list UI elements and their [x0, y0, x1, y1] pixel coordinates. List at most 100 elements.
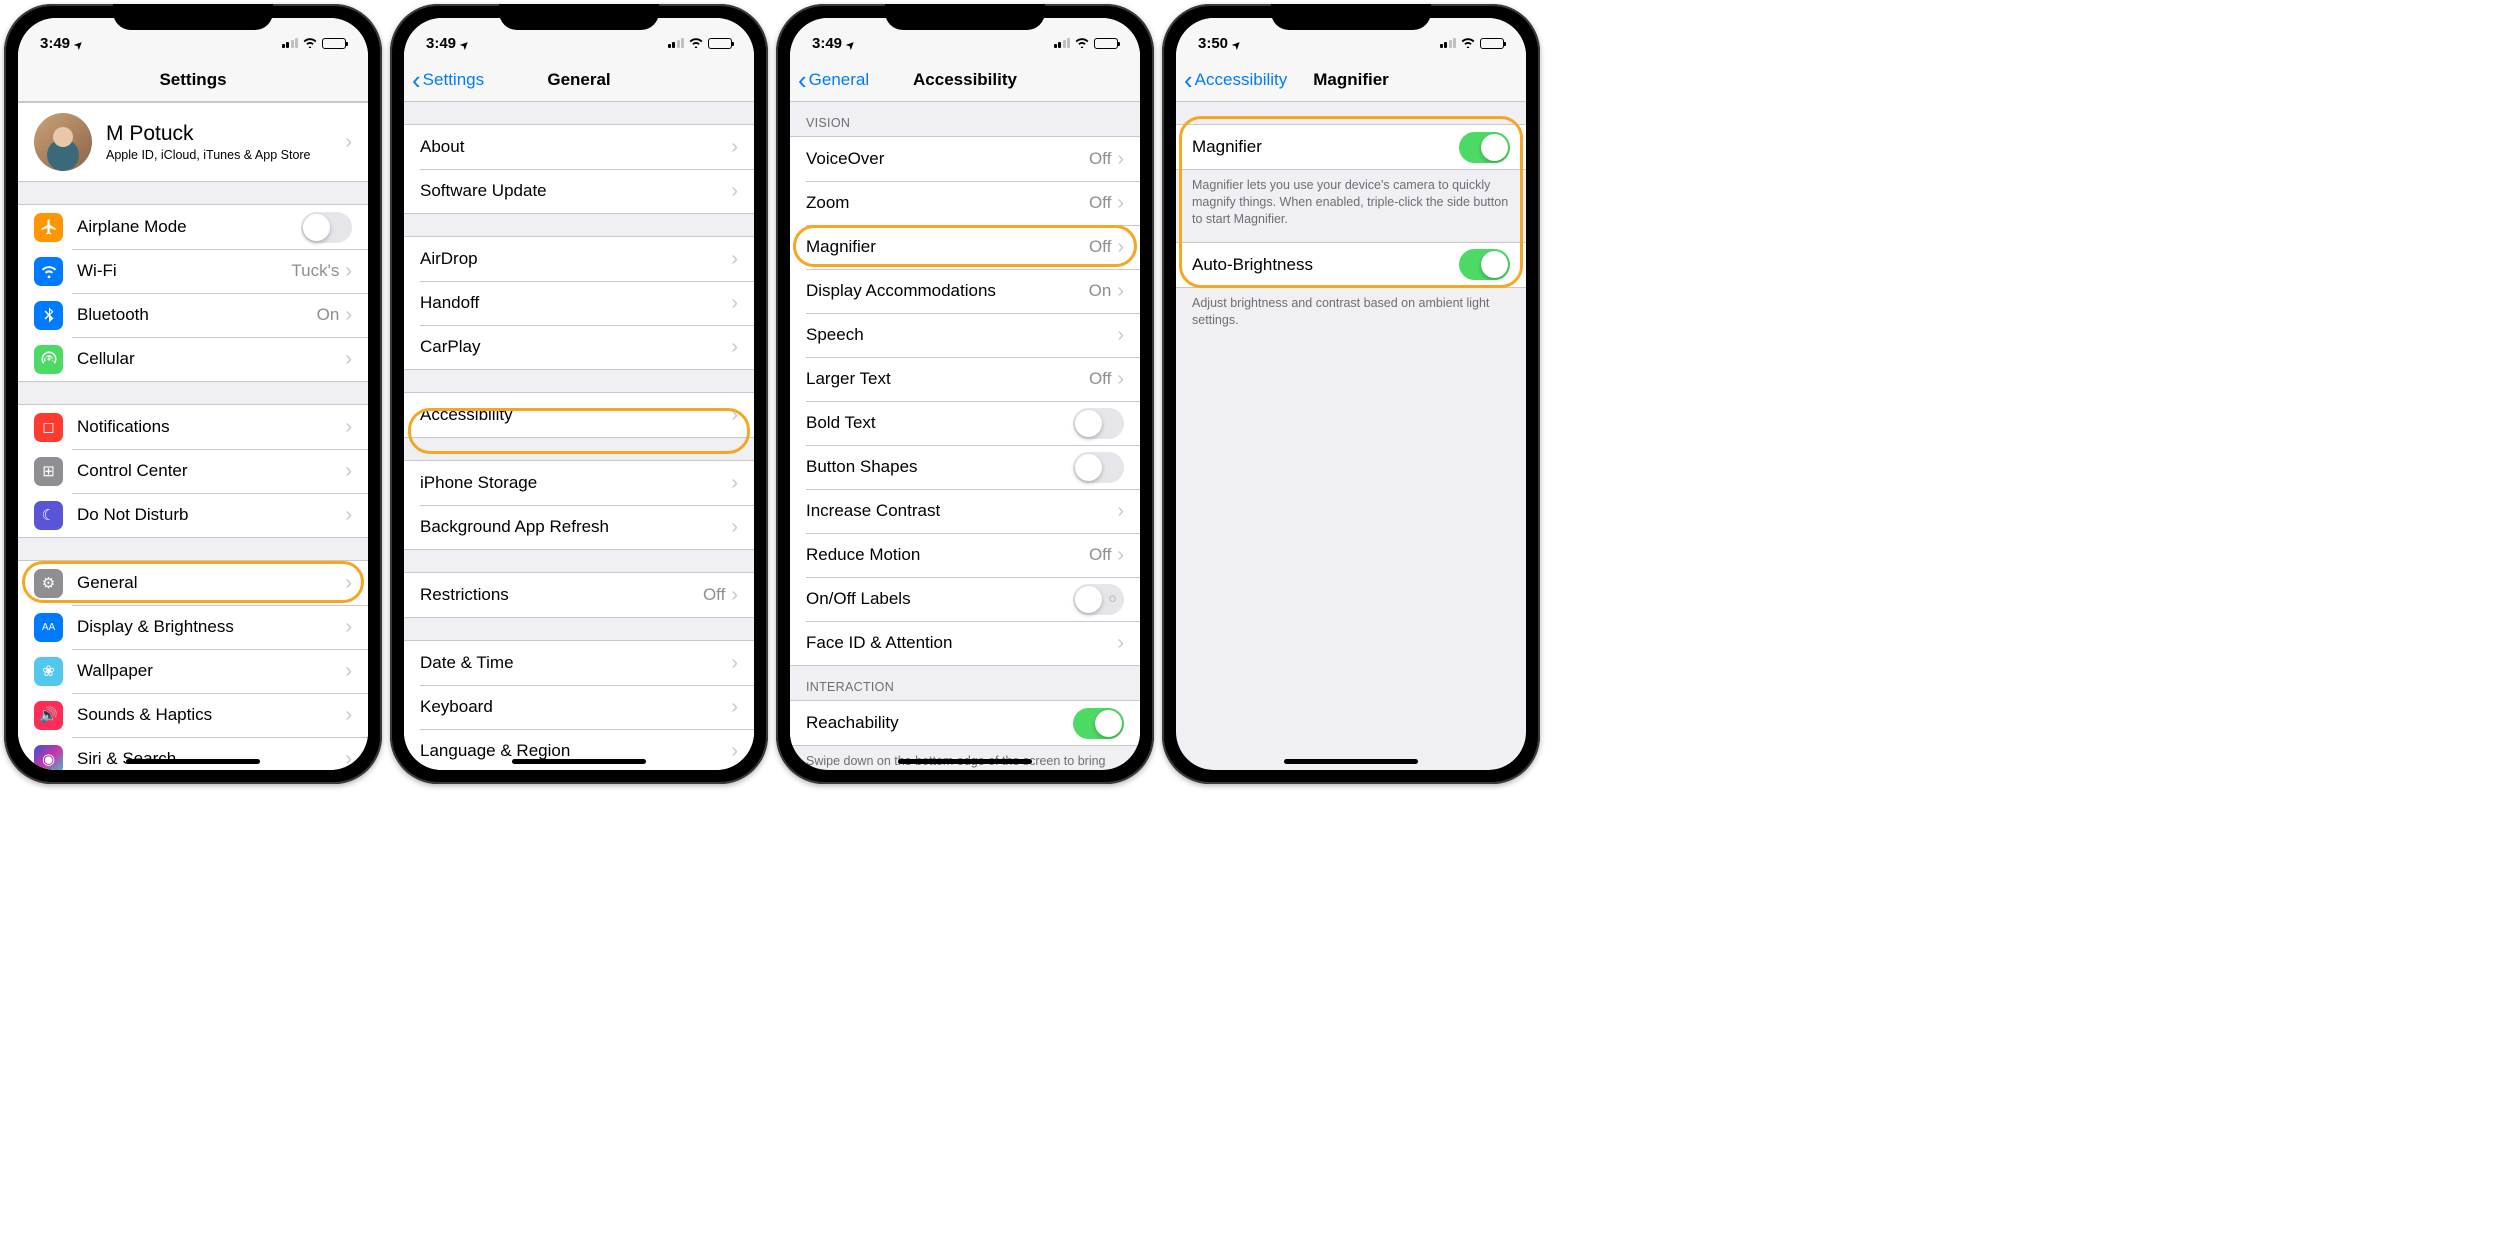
phone-1-settings: 3:49 Settings M Potuck Apple ID, iCloud,… [4, 4, 382, 784]
row-date-time[interactable]: Date & Time› [404, 641, 754, 685]
toggle-auto-brightness[interactable] [1459, 249, 1510, 280]
wifi-row-icon [34, 257, 63, 286]
chevron-right-icon: › [1117, 236, 1124, 259]
row-about[interactable]: About› [404, 125, 754, 169]
toggle-onoff-labels[interactable] [1073, 584, 1124, 615]
nav-bar: Settings [18, 58, 368, 102]
row-onoff-labels[interactable]: On/Off Labels [790, 577, 1140, 621]
chevron-right-icon: › [345, 416, 352, 439]
notch [113, 4, 273, 30]
back-button[interactable]: ‹Settings [412, 67, 484, 93]
chevron-left-icon: ‹ [798, 67, 807, 93]
reachability-footer: Swipe down on the bottom edge of the scr… [790, 746, 1140, 770]
row-siri-search[interactable]: ◉ Siri & Search › [18, 737, 368, 770]
row-software-update[interactable]: Software Update› [404, 169, 754, 213]
location-icon [845, 35, 855, 52]
display-icon: AA [34, 613, 63, 642]
row-button-shapes[interactable]: Button Shapes [790, 445, 1140, 489]
row-background-app-refresh[interactable]: Background App Refresh› [404, 505, 754, 549]
notch [885, 4, 1045, 30]
chevron-right-icon: › [731, 652, 738, 675]
row-larger-text[interactable]: Larger TextOff› [790, 357, 1140, 401]
chevron-right-icon: › [731, 584, 738, 607]
row-keyboard[interactable]: Keyboard› [404, 685, 754, 729]
row-faceid-attention[interactable]: Face ID & Attention› [790, 621, 1140, 665]
toggle-airplane[interactable] [301, 212, 352, 243]
row-zoom[interactable]: ZoomOff› [790, 181, 1140, 225]
wallpaper-icon: ❀ [34, 657, 63, 686]
cellular-icon [34, 345, 63, 374]
status-time: 3:49 [426, 35, 456, 52]
toggle-bold-text[interactable] [1073, 408, 1124, 439]
home-indicator [126, 759, 260, 764]
chevron-right-icon: › [731, 136, 738, 159]
chevron-right-icon: › [345, 660, 352, 683]
battery-icon [1480, 38, 1504, 49]
back-button[interactable]: ‹Accessibility [1184, 67, 1287, 93]
row-sounds-haptics[interactable]: 🔊 Sounds & Haptics › [18, 693, 368, 737]
row-carplay[interactable]: CarPlay› [404, 325, 754, 369]
home-indicator [898, 759, 1032, 764]
wifi-icon [302, 35, 318, 52]
row-notifications[interactable]: ◻︎ Notifications › [18, 405, 368, 449]
row-cellular[interactable]: Cellular › [18, 337, 368, 381]
row-reachability[interactable]: Reachability [790, 701, 1140, 745]
row-wifi[interactable]: Wi-Fi Tuck's › [18, 249, 368, 293]
chevron-right-icon: › [345, 504, 352, 527]
row-magnifier[interactable]: MagnifierOff› [790, 225, 1140, 269]
profile-row[interactable]: M Potuck Apple ID, iCloud, iTunes & App … [18, 103, 368, 181]
row-bold-text[interactable]: Bold Text [790, 401, 1140, 445]
dnd-icon: ☾ [34, 501, 63, 530]
row-control-center[interactable]: ⊞ Control Center › [18, 449, 368, 493]
notch [499, 4, 659, 30]
toggle-reachability[interactable] [1073, 708, 1124, 739]
nav-bar: ‹Accessibility Magnifier [1176, 58, 1526, 102]
signal-icon [282, 38, 299, 48]
row-voiceover[interactable]: VoiceOverOff› [790, 137, 1140, 181]
status-time: 3:50 [1198, 35, 1228, 52]
page-title: Settings [159, 70, 226, 90]
row-accessibility[interactable]: Accessibility› [404, 393, 754, 437]
general-icon: ⚙︎ [34, 569, 63, 598]
row-bluetooth[interactable]: Bluetooth On › [18, 293, 368, 337]
status-time: 3:49 [40, 35, 70, 52]
row-magnifier-toggle[interactable]: Magnifier [1176, 125, 1526, 169]
row-wallpaper[interactable]: ❀ Wallpaper › [18, 649, 368, 693]
battery-icon [708, 38, 732, 49]
chevron-right-icon: › [731, 516, 738, 539]
row-speech[interactable]: Speech› [790, 313, 1140, 357]
phone-4-magnifier: 3:50 ‹Accessibility Magnifier Magnifier … [1162, 4, 1540, 784]
toggle-button-shapes[interactable] [1073, 452, 1124, 483]
battery-icon [1094, 38, 1118, 49]
chevron-right-icon: › [1117, 368, 1124, 391]
chevron-right-icon: › [345, 616, 352, 639]
nav-bar: ‹General Accessibility [790, 58, 1140, 102]
home-indicator [512, 759, 646, 764]
siri-icon: ◉ [34, 745, 63, 771]
row-increase-contrast[interactable]: Increase Contrast› [790, 489, 1140, 533]
toggle-magnifier[interactable] [1459, 132, 1510, 163]
chevron-right-icon: › [731, 180, 738, 203]
phone-3-accessibility: 3:49 ‹General Accessibility Vision Voice… [776, 4, 1154, 784]
row-airplane-mode[interactable]: Airplane Mode [18, 205, 368, 249]
back-button[interactable]: ‹General [798, 67, 869, 93]
chevron-right-icon: › [1117, 324, 1124, 347]
wifi-icon [1460, 35, 1476, 52]
row-handoff[interactable]: Handoff› [404, 281, 754, 325]
row-iphone-storage[interactable]: iPhone Storage› [404, 461, 754, 505]
signal-icon [1054, 38, 1071, 48]
signal-icon [1440, 38, 1457, 48]
row-general[interactable]: ⚙︎ General › [18, 561, 368, 605]
chevron-right-icon: › [731, 404, 738, 427]
row-airdrop[interactable]: AirDrop› [404, 237, 754, 281]
location-icon [459, 35, 469, 52]
chevron-right-icon: › [345, 460, 352, 483]
row-do-not-disturb[interactable]: ☾ Do Not Disturb › [18, 493, 368, 537]
row-display-accommodations[interactable]: Display AccommodationsOn› [790, 269, 1140, 313]
row-reduce-motion[interactable]: Reduce MotionOff› [790, 533, 1140, 577]
row-display-brightness[interactable]: AA Display & Brightness › [18, 605, 368, 649]
chevron-right-icon: › [1117, 192, 1124, 215]
row-restrictions[interactable]: RestrictionsOff› [404, 573, 754, 617]
section-header-vision: Vision [790, 102, 1140, 136]
row-auto-brightness[interactable]: Auto-Brightness [1176, 243, 1526, 287]
